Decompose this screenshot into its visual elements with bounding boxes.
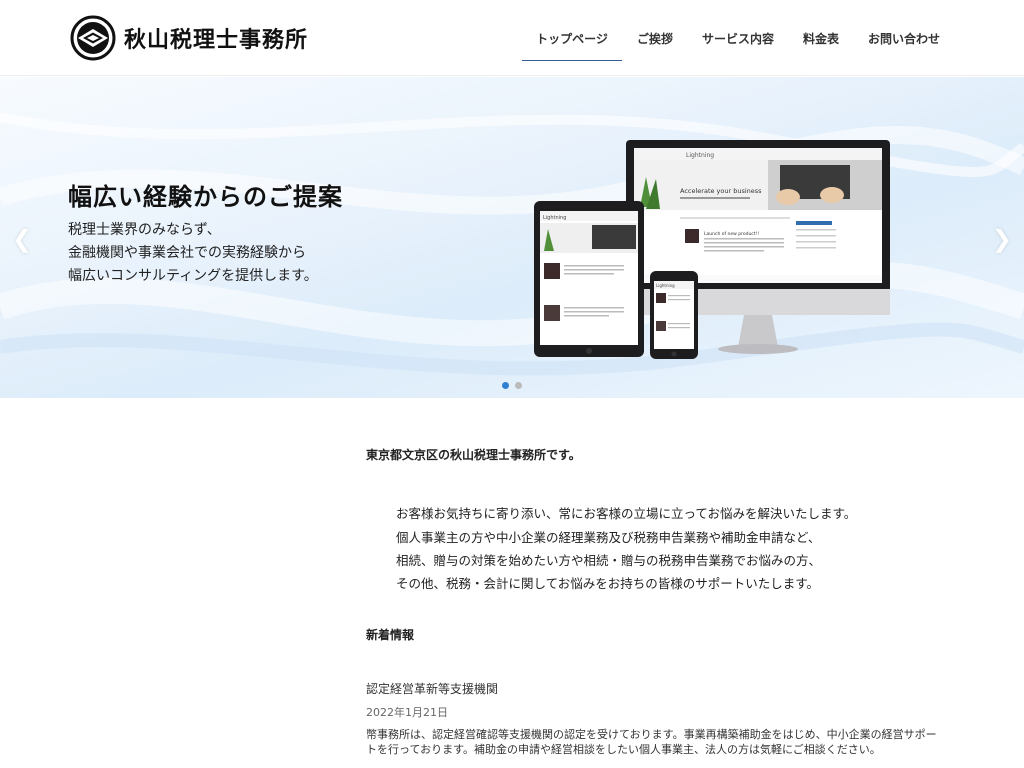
intro-paragraph-2: 個人事業主の方や中小企業の経理業務及び税務申告業務や補助金申請など、 <box>396 530 821 545</box>
slider-dot-2[interactable] <box>515 382 522 389</box>
slider-pagination <box>502 382 528 389</box>
site-header: 秋山税理士事務所 トップページ ご挨拶 サービス内容 料金表 お問い合わせ <box>0 0 1024 76</box>
hero-line-1: 税理士業界のみならず、 <box>68 222 221 238</box>
nav-item-contact[interactable]: お問い合わせ <box>854 22 954 61</box>
news-item-date: 2022年1月21日 <box>366 706 448 719</box>
monitor-post-title: Launch of new product!! <box>704 231 759 237</box>
monitor-brand: Lightning <box>686 152 714 159</box>
intro-paragraph-3: 相続、贈与の対策を始めたい方や相続・贈与の税務申告業務でお悩みの方、 <box>396 553 822 568</box>
slider-dot-1[interactable] <box>502 382 509 389</box>
nav-item-greeting[interactable]: ご挨拶 <box>623 22 687 61</box>
logo-mark-icon <box>70 15 116 61</box>
intro-title: 東京都文京区の秋山税理士事務所です。 <box>366 448 581 462</box>
site-title: 秋山税理士事務所 <box>124 27 309 53</box>
hero-line-2: 金融機関や事業会社での実務経験から <box>68 245 306 261</box>
news-heading: 新着情報 <box>366 628 415 642</box>
news-item-body-line-2: トを行っております。補助金の申請や経営相談をしたい個人事業主、法人の方は気軽にご… <box>366 743 881 756</box>
nav-item-top[interactable]: トップページ <box>522 22 622 61</box>
chevron-right-icon: ❯ <box>991 225 1012 253</box>
intro-paragraph-4: その他、税務・会計に関してお悩みをお持ちの皆様のサポートいたします。 <box>396 576 820 591</box>
phone-brand: Lightning <box>656 283 675 288</box>
site-logo[interactable]: 秋山税理士事務所 <box>70 15 308 61</box>
tablet-brand: Lightning <box>543 215 566 221</box>
intro-paragraph-1: お客様お気持ちに寄り添い、常にお客様の立場に立ってお悩みを解決いたします。 <box>396 506 857 521</box>
slider-prev-button[interactable]: ❮ <box>12 225 32 253</box>
hero-title: 幅広い経験からのご提案 <box>68 183 343 211</box>
nav-item-services[interactable]: サービス内容 <box>688 22 788 61</box>
nav-item-pricing[interactable]: 料金表 <box>789 22 853 61</box>
hero-slider: 幅広い経験からのご提案 税理士業界のみならず、 金融機関や事業会社での実務経験か… <box>0 77 1024 398</box>
responsive-devices-image: Lightning Accelerate your business Launc… <box>534 140 890 359</box>
news-item-title[interactable]: 認定経営革新等支援機関 <box>366 680 498 697</box>
monitor-heading: Accelerate your business <box>680 187 762 195</box>
news-item-body-line-1: 幣事務所は、認定経営確認等支援機関の認定を受けております。事業再構築補助金をはじ… <box>366 728 937 741</box>
hero-line-3: 幅広いコンサルティングを提供します。 <box>68 268 318 284</box>
main-nav: トップページ ご挨拶 サービス内容 料金表 お問い合わせ <box>521 22 954 61</box>
slider-next-button[interactable]: ❯ <box>992 225 1012 253</box>
chevron-left-icon: ❮ <box>12 225 33 253</box>
